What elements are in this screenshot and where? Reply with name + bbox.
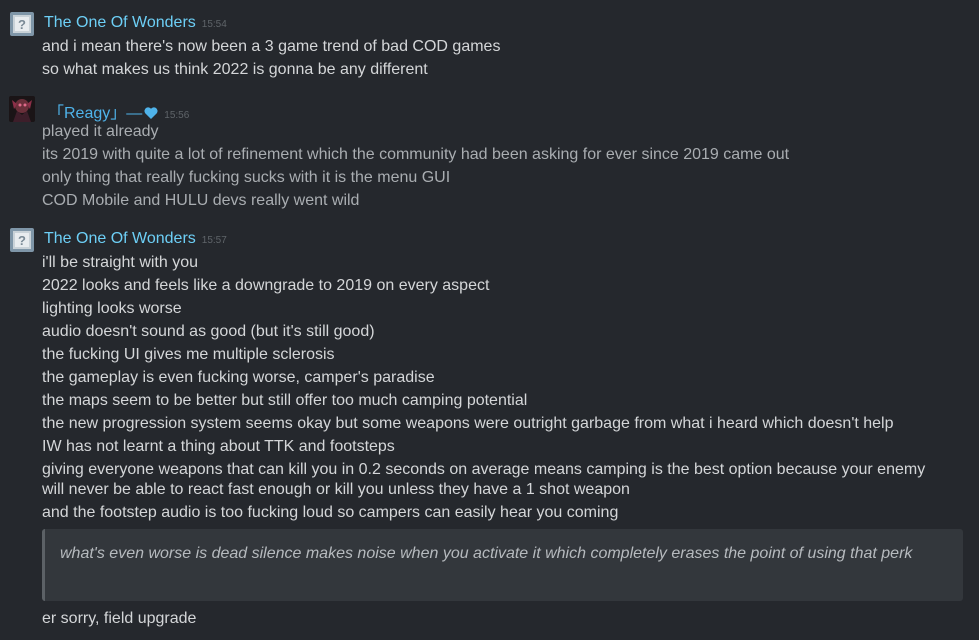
message-line: COD Mobile and HULU devs really went wil… xyxy=(42,192,360,209)
quote-text: what's even worse is dead silence makes … xyxy=(60,545,913,562)
message-line: and the footstep audio is too fucking lo… xyxy=(42,504,619,521)
message-line: the gameplay is even fucking worse, camp… xyxy=(42,369,435,386)
message-line: the fucking UI gives me multiple scleros… xyxy=(42,346,335,363)
author-name[interactable]: The One Of Wonders xyxy=(44,230,196,247)
quote-block: what's even worse is dead silence makes … xyxy=(42,529,963,601)
message-line: lighting looks worse xyxy=(42,300,182,317)
chat-log: ? The One Of Wonders 15:54 and i mean the… xyxy=(0,0,979,640)
character-portrait-avatar-icon[interactable] xyxy=(9,96,35,122)
svg-text:?: ? xyxy=(18,17,26,32)
message-line: its 2019 with quite a lot of refinement … xyxy=(42,146,790,163)
message-line: and i mean there's now been a 3 game tre… xyxy=(42,38,501,55)
message-line: 2022 looks and feels like a downgrade to… xyxy=(42,277,490,294)
author-name[interactable]: The One Of Wonders xyxy=(44,14,196,31)
message-line: the new progression system seems okay bu… xyxy=(42,415,894,432)
timestamp: 15:54 xyxy=(201,19,227,30)
message-line: only thing that really fucking sucks wit… xyxy=(42,169,451,186)
message-line: audio doesn't sound as good (but it's st… xyxy=(42,323,375,340)
question-mark-avatar-icon[interactable]: ? xyxy=(10,228,34,252)
message-line: giving everyone weapons that can kill yo… xyxy=(42,461,926,498)
message-line: played it already xyxy=(42,123,159,140)
message-line: the maps seem to be better but still off… xyxy=(42,392,528,409)
timestamp: 15:57 xyxy=(201,235,227,246)
question-mark-avatar-icon[interactable]: ? xyxy=(10,12,34,36)
message-line: IW has not learnt a thing about TTK and … xyxy=(42,438,395,455)
svg-text:?: ? xyxy=(18,233,26,248)
message-line: so what makes us think 2022 is gonna be … xyxy=(42,61,428,78)
message-line: i'll be straight with you xyxy=(42,254,199,271)
message-line: er sorry, field upgrade xyxy=(42,610,197,627)
